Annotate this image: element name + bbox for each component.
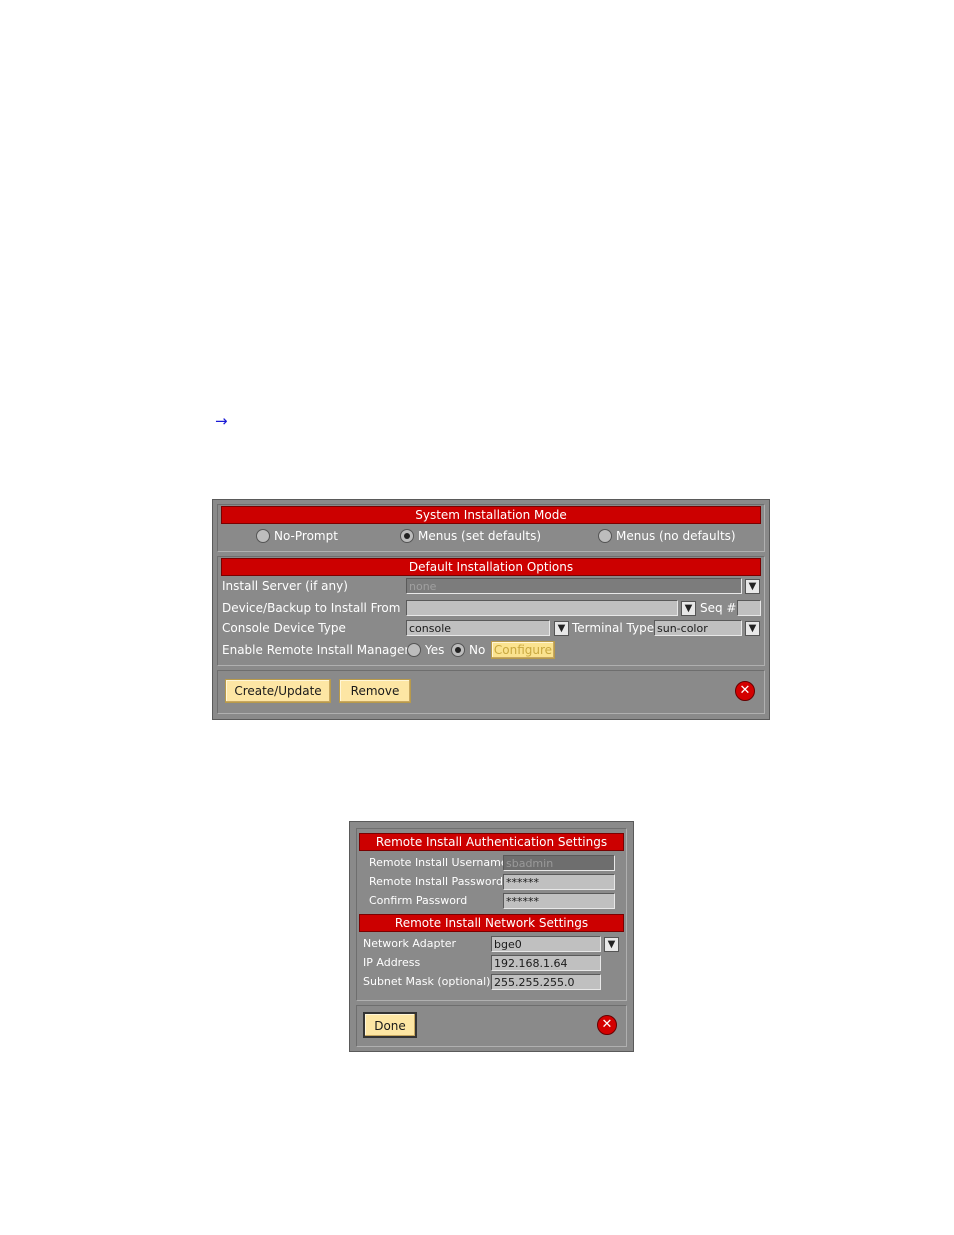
menus-no-defaults-label: Menus (no defaults) xyxy=(616,529,736,543)
installation-mode-header: System Installation Mode xyxy=(221,506,761,524)
remote-install-dialog: Remote Install Authentication Settings R… xyxy=(349,821,634,1052)
device-dropdown-icon[interactable]: ▼ xyxy=(681,601,696,616)
ip-address-field[interactable]: 192.168.1.64 xyxy=(491,955,601,971)
network-settings-header: Remote Install Network Settings xyxy=(359,914,624,932)
no-prompt-label: No-Prompt xyxy=(274,529,338,543)
subnet-mask-field[interactable]: 255.255.255.0 xyxy=(491,974,601,990)
console-device-field[interactable]: console xyxy=(406,620,550,636)
install-server-dropdown-icon[interactable]: ▼ xyxy=(745,579,760,594)
done-button[interactable]: Done xyxy=(363,1012,417,1038)
create-update-button[interactable]: Create/Update xyxy=(225,679,331,703)
close-icon[interactable]: ✕ xyxy=(597,1015,617,1035)
console-dropdown-icon[interactable]: ▼ xyxy=(554,621,569,636)
remote-settings-section: Remote Install Authentication Settings R… xyxy=(356,828,627,1001)
install-server-label: Install Server (if any) xyxy=(222,579,348,593)
confirm-password-label: Confirm Password xyxy=(369,894,468,907)
menus-set-defaults-label: Menus (set defaults) xyxy=(418,529,542,543)
network-adapter-label: Network Adapter xyxy=(363,937,457,950)
installation-mode-section: System Installation Mode No-Prompt Menus… xyxy=(217,504,765,552)
remote-yes-label: Yes xyxy=(425,643,445,657)
install-options-dialog: System Installation Mode No-Prompt Menus… xyxy=(212,499,770,720)
device-label: Device/Backup to Install From xyxy=(222,601,401,615)
auth-settings-header: Remote Install Authentication Settings xyxy=(359,833,624,851)
default-options-section: Default Installation Options Install Ser… xyxy=(217,556,765,666)
configure-button[interactable]: Configure xyxy=(491,641,555,659)
main-buttons-section: Create/Update Remove ✕ xyxy=(217,670,765,714)
seq-label: Seq # xyxy=(700,601,737,615)
ip-address-label: IP Address xyxy=(363,956,421,969)
seq-field[interactable] xyxy=(737,600,761,616)
terminal-type-field[interactable]: sun-color xyxy=(654,620,742,636)
password-label: Remote Install Password xyxy=(369,875,503,888)
confirm-password-field[interactable]: ****** xyxy=(503,893,615,909)
network-adapter-field[interactable]: bge0 xyxy=(491,936,601,952)
remote-buttons-section: Done ✕ xyxy=(356,1005,627,1047)
menus-set-defaults-radio[interactable] xyxy=(400,529,414,543)
remove-button[interactable]: Remove xyxy=(339,679,411,703)
device-field[interactable] xyxy=(406,600,678,616)
terminal-type-label: Terminal Type xyxy=(572,621,655,635)
terminal-dropdown-icon[interactable]: ▼ xyxy=(745,621,760,636)
remote-yes-radio[interactable] xyxy=(407,643,421,657)
username-field[interactable]: sbadmin xyxy=(503,855,615,871)
subnet-mask-label: Subnet Mask (optional) xyxy=(363,975,491,988)
network-adapter-dropdown-icon[interactable]: ▼ xyxy=(604,937,619,952)
install-server-field[interactable]: none xyxy=(406,578,742,594)
no-prompt-radio[interactable] xyxy=(256,529,270,543)
remote-no-radio[interactable] xyxy=(451,643,465,657)
remote-no-label: No xyxy=(469,643,486,657)
menus-no-defaults-radio[interactable] xyxy=(598,529,612,543)
default-options-header: Default Installation Options xyxy=(221,558,761,576)
password-field[interactable]: ****** xyxy=(503,874,615,890)
arrow-right-icon: → xyxy=(215,412,228,430)
username-label: Remote Install Username xyxy=(369,856,508,869)
remote-manager-label: Enable Remote Install Manager? xyxy=(222,643,416,657)
close-icon[interactable]: ✕ xyxy=(735,681,755,701)
console-device-label: Console Device Type xyxy=(222,621,346,635)
